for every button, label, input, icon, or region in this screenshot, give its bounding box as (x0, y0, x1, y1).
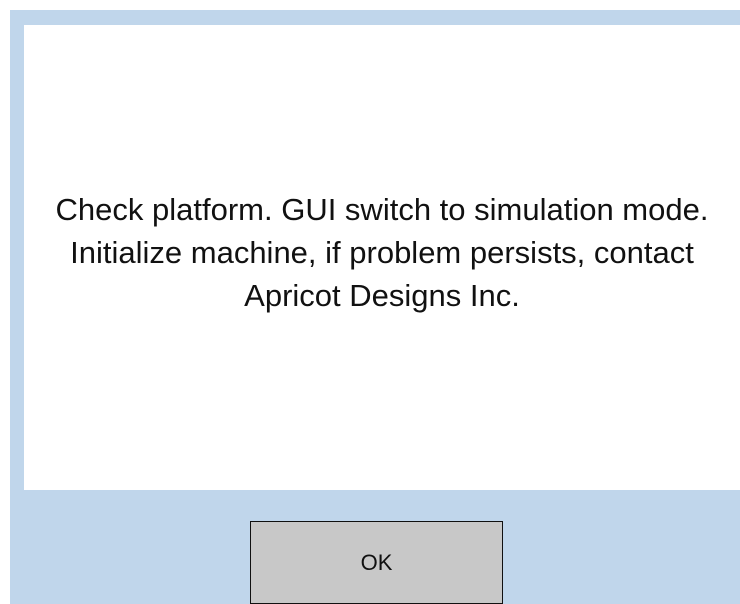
ok-button[interactable]: OK (250, 521, 503, 604)
message-panel: Check platform. GUI switch to simulation… (24, 25, 740, 490)
message-dialog: Check platform. GUI switch to simulation… (10, 10, 740, 604)
dialog-message: Check platform. GUI switch to simulation… (55, 192, 709, 313)
